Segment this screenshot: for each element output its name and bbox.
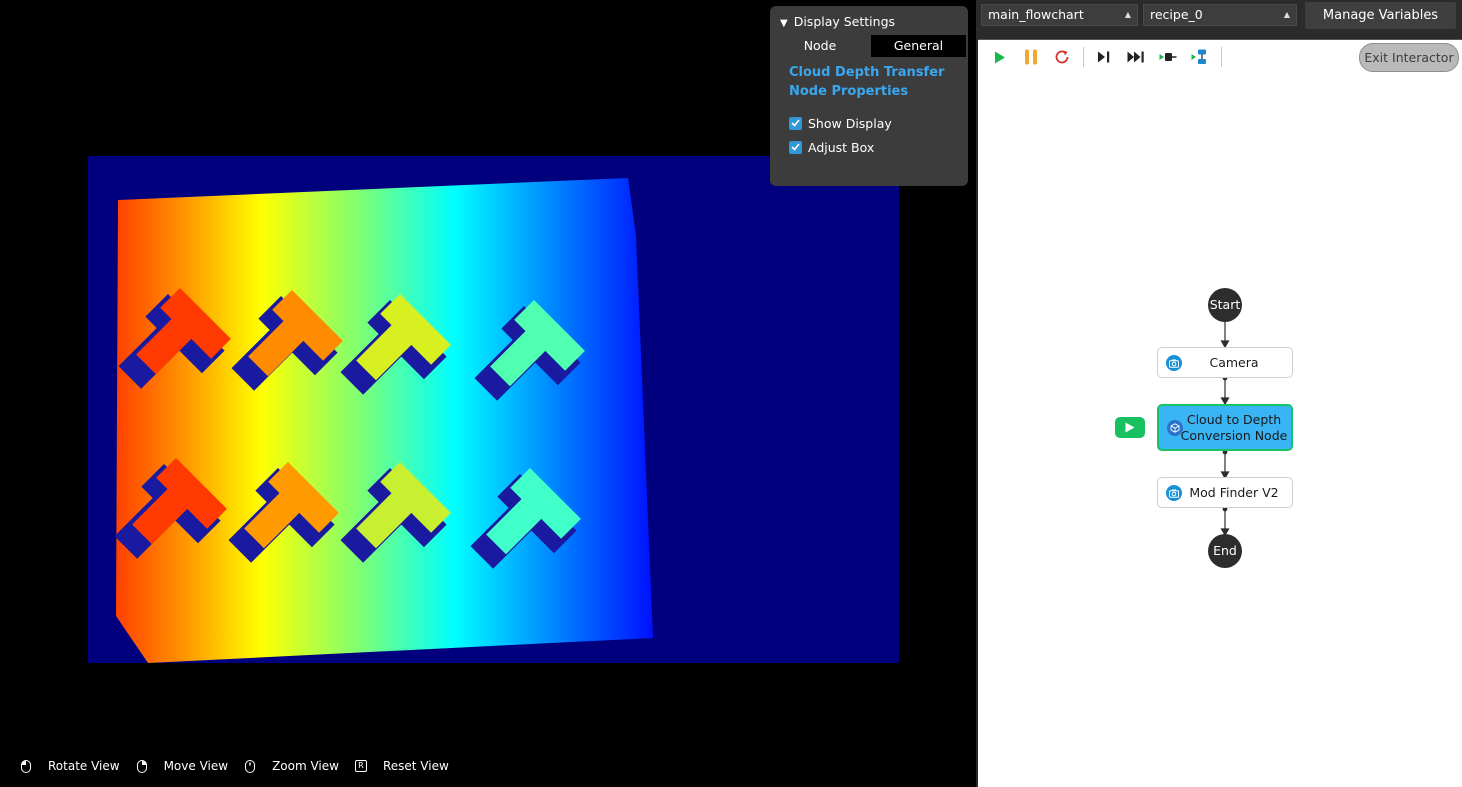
- collapse-triangle-icon[interactable]: ▼: [780, 18, 788, 29]
- move-view-label: Move View: [163, 759, 229, 773]
- manage-variables-button[interactable]: Manage Variables: [1305, 2, 1456, 29]
- reset-view-label: Reset View: [382, 759, 449, 773]
- reset-view-hint: R Reset View: [354, 759, 449, 773]
- flowchart-select-value: main_flowchart: [988, 7, 1084, 22]
- breakpoint-icon[interactable]: [1159, 48, 1177, 66]
- rotate-view-hint: Rotate View: [20, 759, 120, 773]
- camera-icon: [1166, 355, 1182, 371]
- toolbar-separator: [1083, 47, 1084, 67]
- spinner-arrows-icon: ▲: [1283, 10, 1290, 19]
- flowchart-top-bar: main_flowchart ▲ recipe_0 ▲ Manage Varia…: [978, 0, 1462, 40]
- display-settings-title: Display Settings: [793, 14, 896, 29]
- restart-icon[interactable]: [1053, 48, 1071, 66]
- depth-map-image[interactable]: [88, 156, 899, 663]
- recipe-select[interactable]: recipe_0 ▲: [1143, 4, 1297, 26]
- zoom-view-label: Zoom View: [272, 759, 339, 773]
- step-icon[interactable]: [1095, 48, 1113, 66]
- node-label-line-1: Cloud to Depth: [1186, 411, 1282, 427]
- rotate-view-label: Rotate View: [48, 759, 120, 773]
- checkbox-checked-icon[interactable]: [789, 140, 802, 154]
- start-node[interactable]: Start: [1208, 288, 1242, 322]
- exit-interactor-button[interactable]: Exit Interactor: [1359, 43, 1459, 72]
- current-node-play-icon[interactable]: [1115, 417, 1145, 438]
- pause-icon[interactable]: [1022, 48, 1040, 66]
- node-properties-title: Cloud Depth Transfer Node Properties: [789, 65, 945, 99]
- zoom-view-hint: Zoom View: [244, 759, 339, 773]
- mouse-left-icon: [20, 759, 32, 773]
- mod-finder-node[interactable]: Mod Finder V2: [1157, 477, 1293, 508]
- node-label-line-2: Conversion Node: [1180, 427, 1288, 443]
- recipe-select-value: recipe_0: [1150, 7, 1203, 22]
- flowchart-select[interactable]: main_flowchart ▲: [981, 4, 1138, 26]
- end-node[interactable]: End: [1208, 534, 1242, 568]
- flow-layout-icon[interactable]: [1191, 48, 1209, 66]
- flowchart-panel: main_flowchart ▲ recipe_0 ▲ Manage Varia…: [978, 0, 1462, 787]
- show-display-checkbox[interactable]: Show Display: [789, 115, 892, 131]
- mouse-right-icon: [136, 759, 148, 773]
- step-all-icon[interactable]: [1127, 48, 1145, 66]
- cube-icon: [1167, 420, 1183, 436]
- camera-node[interactable]: Camera: [1157, 347, 1293, 378]
- tab-general[interactable]: General: [871, 35, 966, 57]
- adjust-box-label: Adjust Box: [808, 139, 875, 155]
- cloud-to-depth-node[interactable]: Cloud to Depth Conversion Node: [1157, 404, 1293, 451]
- r-key-icon: R: [354, 760, 367, 772]
- checkbox-checked-icon[interactable]: [789, 116, 802, 130]
- flowchart-connectors: [1220, 322, 1230, 537]
- display-settings-header[interactable]: ▼ Display Settings: [780, 14, 895, 29]
- display-settings-panel: ▼ Display Settings Node General Cloud Dep…: [770, 6, 968, 186]
- flowchart-canvas: Start Camera Cloud to Depth Conversion N…: [978, 0, 1462, 787]
- view-controls-legend: Rotate View Move View Zoom View R Reset …: [20, 757, 465, 775]
- mouse-wheel-icon: [244, 759, 256, 773]
- depth-map-graphic: [114, 178, 653, 663]
- toolbar-separator: [1221, 47, 1222, 67]
- show-display-label: Show Display: [808, 115, 892, 131]
- adjust-box-checkbox[interactable]: Adjust Box: [789, 139, 874, 155]
- move-view-hint: Move View: [136, 759, 228, 773]
- spinner-arrows-icon: ▲: [1124, 10, 1131, 19]
- play-icon[interactable]: [991, 48, 1009, 66]
- camera-icon: [1166, 485, 1182, 501]
- tab-node[interactable]: Node: [770, 35, 870, 57]
- depth-viewport[interactable]: ▼ Display Settings Node General Cloud Dep…: [0, 0, 976, 787]
